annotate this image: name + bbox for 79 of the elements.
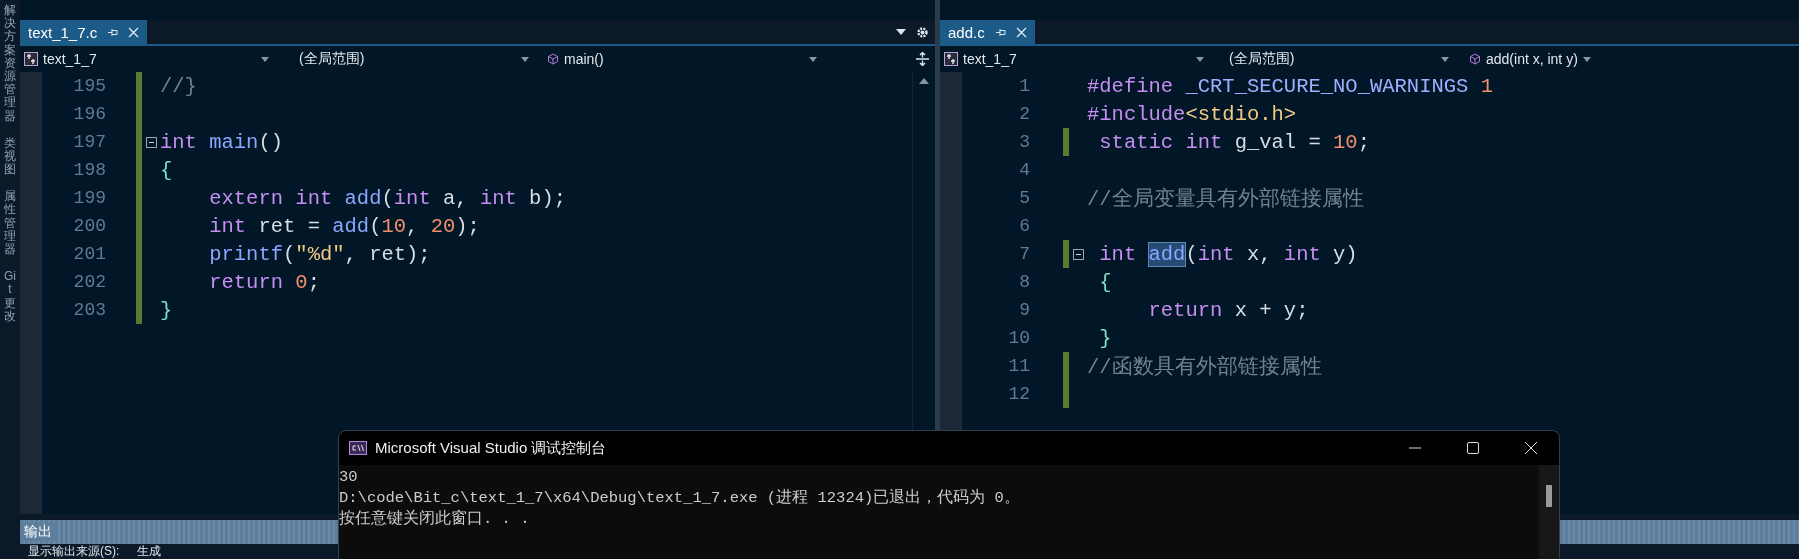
code-line: return x + y;: [1147, 298, 1309, 322]
line-number: 6: [1018, 216, 1030, 236]
split-icon[interactable]: [916, 52, 929, 66]
source-dropdown[interactable]: 生成: [137, 543, 162, 559]
pin-icon[interactable]: [107, 26, 119, 38]
code-line: }: [160, 298, 173, 322]
sidebar-tab[interactable]: 解决方案资源管理器: [4, 4, 16, 123]
caret-icon: [809, 56, 817, 62]
cube-icon: [1469, 53, 1481, 65]
project-icon: [944, 52, 958, 66]
line-number: 8: [1018, 272, 1030, 292]
code-line: int ret = add(10, 20);: [208, 214, 480, 238]
console-output-line: D:\code\Bit_c\text_1_7\x64\Debug\text_1_7.exe (进程 12324)已退出，代码为 0。: [339, 488, 1021, 509]
code-line: extern int add(int a, int b);: [208, 186, 567, 210]
line-number: 195: [72, 76, 106, 96]
line-number: 201: [72, 244, 106, 264]
caret-icon: [1196, 56, 1204, 62]
file-tab[interactable]: add.c: [940, 20, 1035, 44]
line-number: 202: [72, 272, 106, 292]
code-line: return 0;: [208, 270, 320, 294]
pin-icon[interactable]: [994, 26, 1006, 38]
code-line: int add(int x, int y): [1098, 242, 1358, 266]
line-number: 11: [1007, 356, 1030, 376]
line-number: 197: [72, 132, 106, 152]
code-line: {: [1098, 270, 1112, 294]
line-number: 7: [1018, 244, 1030, 264]
code-line: //}: [160, 74, 197, 98]
sidebar-tab[interactable]: Git 更改: [4, 270, 16, 323]
line-number: 200: [72, 216, 106, 236]
scrollbar-thumb[interactable]: [1546, 485, 1552, 507]
line-number: 4: [1018, 160, 1030, 180]
code-line: int main(): [160, 130, 284, 154]
code-line: {: [160, 158, 173, 182]
code-line: static int g_val = 10;: [1098, 130, 1370, 154]
code-line: //全局变量具有外部链接属性: [1087, 186, 1364, 212]
line-number: 1: [1018, 76, 1030, 96]
sidebar-tab[interactable]: 类视图: [4, 136, 16, 177]
caret-icon: [261, 56, 269, 62]
line-number: 203: [72, 300, 106, 320]
settings-icon[interactable]: [916, 25, 929, 39]
panel-title: 输出: [20, 523, 58, 541]
close-icon[interactable]: [1525, 442, 1537, 454]
collapse-icon[interactable]: [145, 136, 157, 148]
line-number: 12: [1007, 384, 1030, 404]
code-line: }: [1098, 326, 1112, 350]
scope-dropdown[interactable]: (全局范围): [1204, 50, 1449, 68]
code-line: #define _CRT_SECURE_NO_WARNINGS 1: [1087, 74, 1493, 98]
caret-icon: [1582, 56, 1591, 62]
code-line: printf("%d", ret);: [208, 242, 431, 266]
line-number: 3: [1018, 132, 1030, 152]
member-dropdown[interactable]: add(int x, int y): [1449, 51, 1591, 67]
caret-icon: [1441, 56, 1449, 62]
line-number: 9: [1018, 300, 1030, 320]
line-number: 10: [1007, 328, 1030, 348]
member-dropdown[interactable]: main(): [529, 51, 817, 67]
collapse-icon[interactable]: [1072, 248, 1084, 260]
line-number: 2: [1018, 104, 1030, 124]
window-title: Microsoft Visual Studio 调试控制台: [375, 438, 607, 458]
project-icon: [24, 52, 38, 66]
project-dropdown[interactable]: text_1_7: [944, 51, 1204, 67]
dropdown-icon[interactable]: [896, 29, 906, 35]
project-dropdown[interactable]: text_1_7: [24, 51, 269, 67]
line-number: 196: [72, 104, 106, 124]
console-icon: [349, 441, 367, 455]
cube-icon: [547, 53, 559, 65]
maximize-icon[interactable]: [1467, 442, 1479, 454]
sidebar-tab[interactable]: 属性管理器: [4, 190, 16, 257]
file-tab[interactable]: text_1_7.c: [20, 20, 148, 44]
line-number: 5: [1018, 188, 1030, 208]
console-output-line: 30: [339, 467, 359, 488]
source-label: 显示输出来源(S):: [28, 543, 120, 559]
line-number: 198: [72, 160, 106, 180]
console-output-line: 按任意键关闭此窗口. . .: [339, 509, 531, 530]
caret-icon: [521, 56, 529, 62]
scroll-up-icon[interactable]: [919, 78, 929, 84]
line-number: 199: [72, 188, 106, 208]
scope-dropdown[interactable]: (全局范围): [269, 50, 529, 68]
code-line: #include<stdio.h>: [1087, 102, 1297, 126]
code-line: //函数具有外部链接属性: [1087, 354, 1322, 380]
